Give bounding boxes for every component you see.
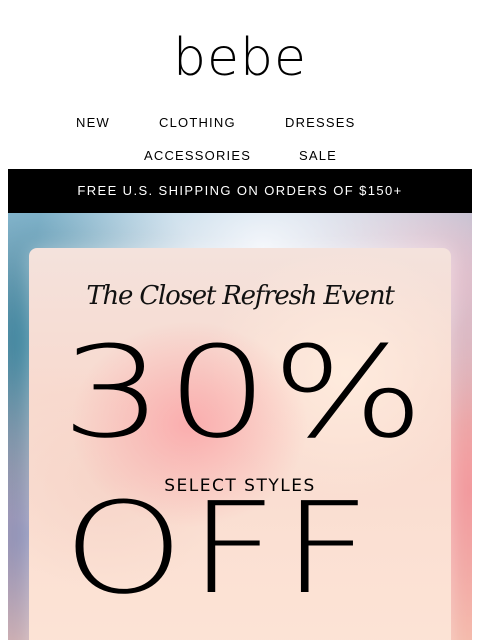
event-title: The Closet Refresh Event	[86, 281, 394, 311]
promo-panel: The Closet Refresh Event 30% SELECT STYL…	[29, 248, 451, 640]
nav-item-clothing[interactable]: CLOTHING	[159, 115, 236, 130]
nav-item-accessories[interactable]: ACCESSORIES	[144, 148, 251, 163]
nav-item-new[interactable]: NEW	[76, 115, 110, 130]
nav-item-dresses[interactable]: DRESSES	[285, 115, 356, 130]
discount-percent: 30%	[61, 319, 428, 466]
email-page: bebe NEW CLOTHING DRESSES ACCESSORIES SA…	[0, 0, 480, 640]
brand-logo[interactable]: bebe	[0, 28, 480, 88]
nav-item-sale[interactable]: SALE	[299, 148, 337, 163]
hero-promo-banner[interactable]: The Closet Refresh Event 30% SELECT STYL…	[8, 213, 472, 640]
off-label: OFF	[63, 475, 376, 622]
free-shipping-banner[interactable]: FREE U.S. SHIPPING ON ORDERS OF $150+	[8, 169, 472, 213]
